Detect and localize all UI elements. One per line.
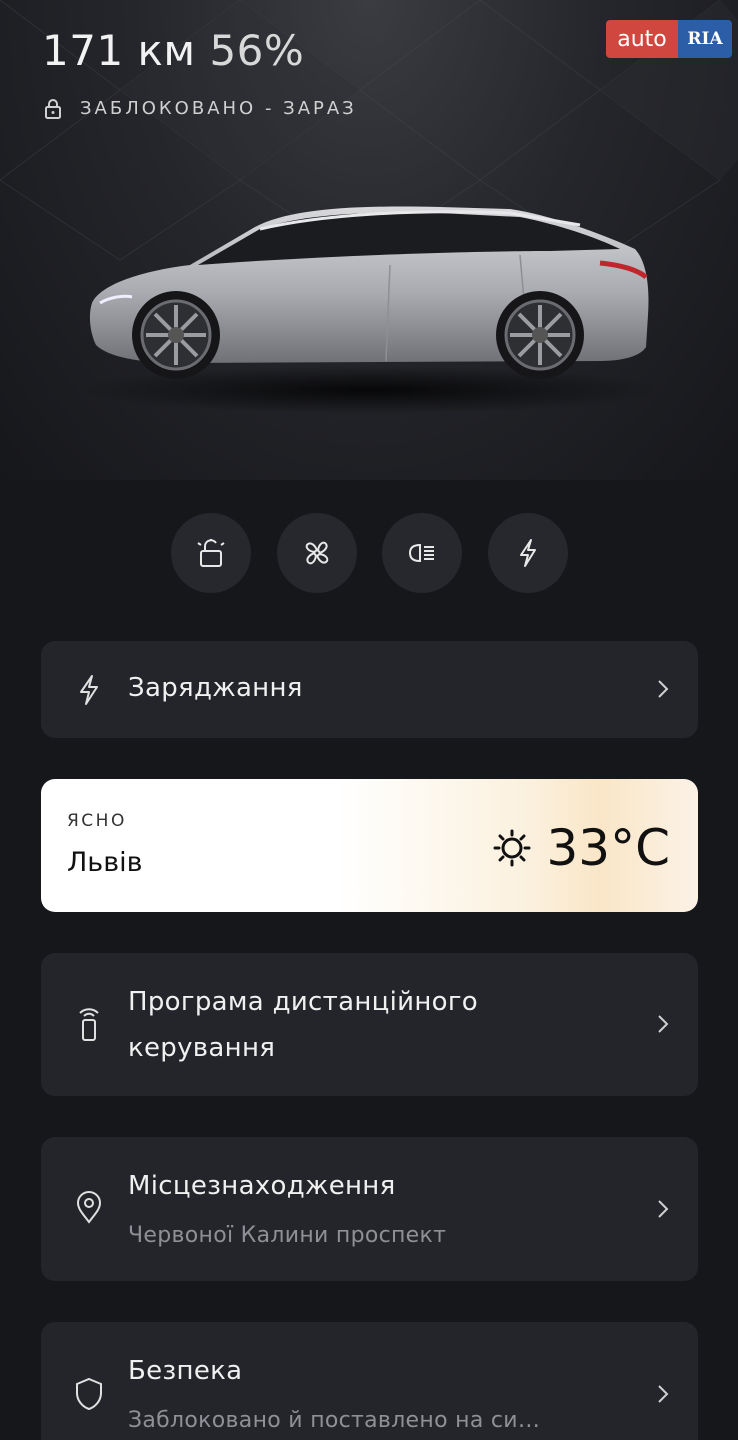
headlight-icon bbox=[408, 543, 434, 563]
weather-temperature-block: 33°C bbox=[492, 819, 670, 877]
remote-key-icon bbox=[79, 1008, 99, 1041]
charging-card[interactable]: Заряджання bbox=[41, 641, 698, 738]
lock-icon bbox=[45, 98, 61, 119]
watermark-auto: auto bbox=[606, 20, 678, 58]
security-card[interactable]: Безпека Заблоковано й поставлено на си… bbox=[41, 1322, 698, 1440]
chevron-right-icon bbox=[658, 1015, 669, 1033]
remote-control-card[interactable]: Програма дистанційного керування bbox=[41, 953, 698, 1096]
security-title: Безпека bbox=[128, 1356, 243, 1386]
remote-title-line2: керування bbox=[128, 1033, 276, 1063]
lock-toggle-button[interactable] bbox=[171, 513, 251, 593]
vehicle-hero: 171 км 56% ЗАБЛОКОВАНО - ЗАРАЗ auto RIA bbox=[0, 0, 738, 480]
climate-button[interactable] bbox=[277, 513, 357, 593]
lock-status: ЗАБЛОКОВАНО - ЗАРАЗ bbox=[44, 98, 357, 119]
location-pin-icon bbox=[76, 1191, 102, 1224]
watermark-ria: RIA bbox=[678, 20, 732, 58]
chevron-right-icon bbox=[658, 1385, 669, 1403]
chevron-right-icon bbox=[658, 1200, 669, 1218]
fan-icon bbox=[305, 541, 329, 565]
lights-button[interactable] bbox=[382, 513, 462, 593]
bolt-icon bbox=[80, 675, 98, 705]
weather-card: ЯСНО Львів 33°C bbox=[41, 779, 698, 912]
range-battery-readout: 171 км 56% bbox=[42, 26, 304, 75]
range-value: 171 км bbox=[42, 26, 196, 75]
weather-temperature: 33°C bbox=[546, 819, 670, 877]
security-status: Заблоковано й поставлено на си… bbox=[128, 1408, 541, 1433]
weather-condition: ЯСНО bbox=[67, 811, 127, 831]
location-title: Місцезнаходження bbox=[128, 1171, 396, 1201]
shield-icon bbox=[76, 1377, 102, 1411]
location-address: Червоної Калини проспект bbox=[128, 1223, 447, 1248]
lock-status-text: ЗАБЛОКОВАНО - ЗАРАЗ bbox=[80, 98, 357, 119]
charge-button[interactable] bbox=[488, 513, 568, 593]
remote-title-line1: Програма дистанційного bbox=[128, 987, 479, 1017]
sun-icon bbox=[493, 829, 531, 867]
unlock-icon bbox=[197, 539, 225, 567]
location-card[interactable]: Місцезнаходження Червоної Калини проспек… bbox=[41, 1137, 698, 1281]
weather-city: Львів bbox=[67, 847, 143, 878]
chevron-right-icon bbox=[658, 680, 669, 698]
charging-title: Заряджання bbox=[128, 673, 303, 703]
quick-actions-bar bbox=[0, 513, 738, 595]
car-image bbox=[80, 206, 660, 414]
bolt-icon bbox=[520, 539, 536, 567]
battery-percentage: 56% bbox=[209, 26, 305, 75]
autoria-watermark: auto RIA bbox=[606, 20, 732, 58]
